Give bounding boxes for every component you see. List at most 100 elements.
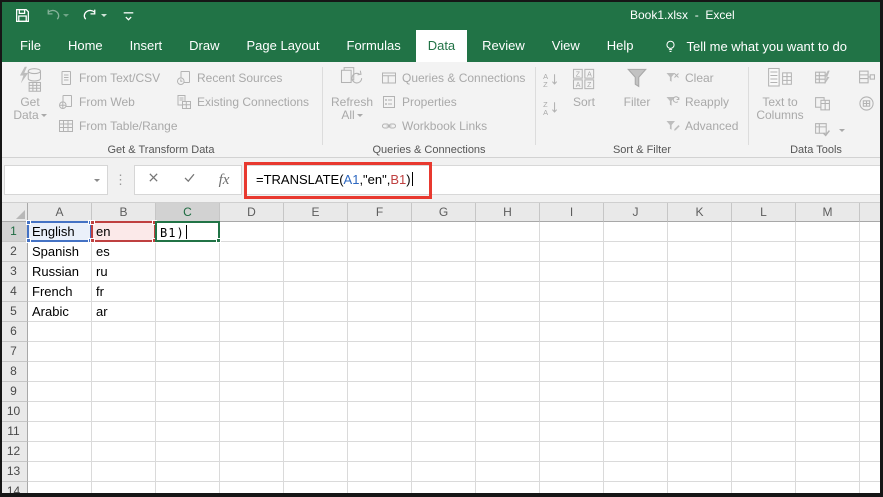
cell-C1[interactable] [156,222,220,242]
cell-K11[interactable] [668,422,732,442]
cell-F1[interactable] [348,222,412,242]
cell-J13[interactable] [604,462,668,482]
name-box[interactable] [4,165,108,195]
text-to-columns-button[interactable]: Text to Columns [751,65,809,143]
cell-G7[interactable] [412,342,476,362]
from-table-range-button[interactable]: From Table/Range [58,114,178,138]
cell-F2[interactable] [348,242,412,262]
cell-J12[interactable] [604,442,668,462]
cell-K9[interactable] [668,382,732,402]
cell-C2[interactable] [156,242,220,262]
cell-M6[interactable] [796,322,860,342]
cell-I5[interactable] [540,302,604,322]
cell-M14[interactable] [796,482,860,497]
column-header-G[interactable]: G [412,203,476,222]
undo-dropdown-icon[interactable] [63,14,69,20]
cell-F13[interactable] [348,462,412,482]
column-header-D[interactable]: D [220,203,284,222]
cell-K8[interactable] [668,362,732,382]
cell-partial-row-11[interactable] [860,422,883,442]
save-button[interactable] [14,7,31,24]
column-header-H[interactable]: H [476,203,540,222]
cell-C5[interactable] [156,302,220,322]
tab-data[interactable]: Data [415,30,468,62]
data-model-button[interactable] [855,91,877,115]
tab-help[interactable]: Help [595,30,646,62]
column-header-L[interactable]: L [732,203,796,222]
cell-D2[interactable] [220,242,284,262]
cell-B1[interactable]: en [92,222,156,242]
cell-I10[interactable] [540,402,604,422]
row-header-3[interactable]: 3 [0,262,28,282]
cell-C13[interactable] [156,462,220,482]
row-header-13[interactable]: 13 [0,462,28,482]
workbook-links-button[interactable]: Workbook Links [381,114,525,138]
cell-J11[interactable] [604,422,668,442]
cell-I3[interactable] [540,262,604,282]
cell-F7[interactable] [348,342,412,362]
cell-G14[interactable] [412,482,476,497]
cell-J14[interactable] [604,482,668,497]
row-header-4[interactable]: 4 [0,282,28,302]
from-web-button[interactable]: From Web [58,90,178,114]
cell-partial-row-4[interactable] [860,282,883,302]
redo-button[interactable] [82,7,107,24]
cell-D4[interactable] [220,282,284,302]
cell-A14[interactable] [28,482,92,497]
reapply-filter-button[interactable]: Reapply [664,90,738,114]
cell-K10[interactable] [668,402,732,422]
cell-D9[interactable] [220,382,284,402]
cell-K14[interactable] [668,482,732,497]
cell-K7[interactable] [668,342,732,362]
redo-dropdown-icon[interactable] [101,14,107,20]
cell-E4[interactable] [284,282,348,302]
row-header-8[interactable]: 8 [0,362,28,382]
cell-partial-row-2[interactable] [860,242,883,262]
cell-M7[interactable] [796,342,860,362]
cell-B12[interactable] [92,442,156,462]
cell-L13[interactable] [732,462,796,482]
column-header-M[interactable]: M [796,203,860,222]
cell-D11[interactable] [220,422,284,442]
cell-D12[interactable] [220,442,284,462]
cell-L10[interactable] [732,402,796,422]
cell-E2[interactable] [284,242,348,262]
cell-C9[interactable] [156,382,220,402]
advanced-filter-button[interactable]: Advanced [664,114,738,138]
get-data-button[interactable]: Get Data [6,65,54,143]
column-header-J[interactable]: J [604,203,668,222]
clear-filter-button[interactable]: Clear [664,66,738,90]
cell-E14[interactable] [284,482,348,497]
column-header-F[interactable]: F [348,203,412,222]
cell-J5[interactable] [604,302,668,322]
cell-G10[interactable] [412,402,476,422]
cell-H12[interactable] [476,442,540,462]
undo-button[interactable] [44,7,69,24]
properties-button[interactable]: Properties [381,90,525,114]
cell-partial-row-14[interactable] [860,482,883,497]
cell-C3[interactable] [156,262,220,282]
column-header-A[interactable]: A [28,203,92,222]
cell-B14[interactable] [92,482,156,497]
row-header-7[interactable]: 7 [0,342,28,362]
name-box-dropdown-icon[interactable] [94,179,100,185]
cell-M1[interactable] [796,222,860,242]
tab-view[interactable]: View [540,30,592,62]
cell-H6[interactable] [476,322,540,342]
cell-H10[interactable] [476,402,540,422]
cell-F5[interactable] [348,302,412,322]
cell-F3[interactable] [348,262,412,282]
cell-A7[interactable] [28,342,92,362]
consolidate-button[interactable] [855,65,877,89]
row-header-10[interactable]: 10 [0,402,28,422]
sort-button[interactable]: Sort [564,65,604,143]
cell-E5[interactable] [284,302,348,322]
cell-D5[interactable] [220,302,284,322]
cell-H3[interactable] [476,262,540,282]
customize-quick-access-button[interactable] [120,7,137,24]
cell-partial-row-7[interactable] [860,342,883,362]
cell-G9[interactable] [412,382,476,402]
cell-M2[interactable] [796,242,860,262]
cell-C6[interactable] [156,322,220,342]
from-text-csv-button[interactable]: From Text/CSV [58,66,178,90]
